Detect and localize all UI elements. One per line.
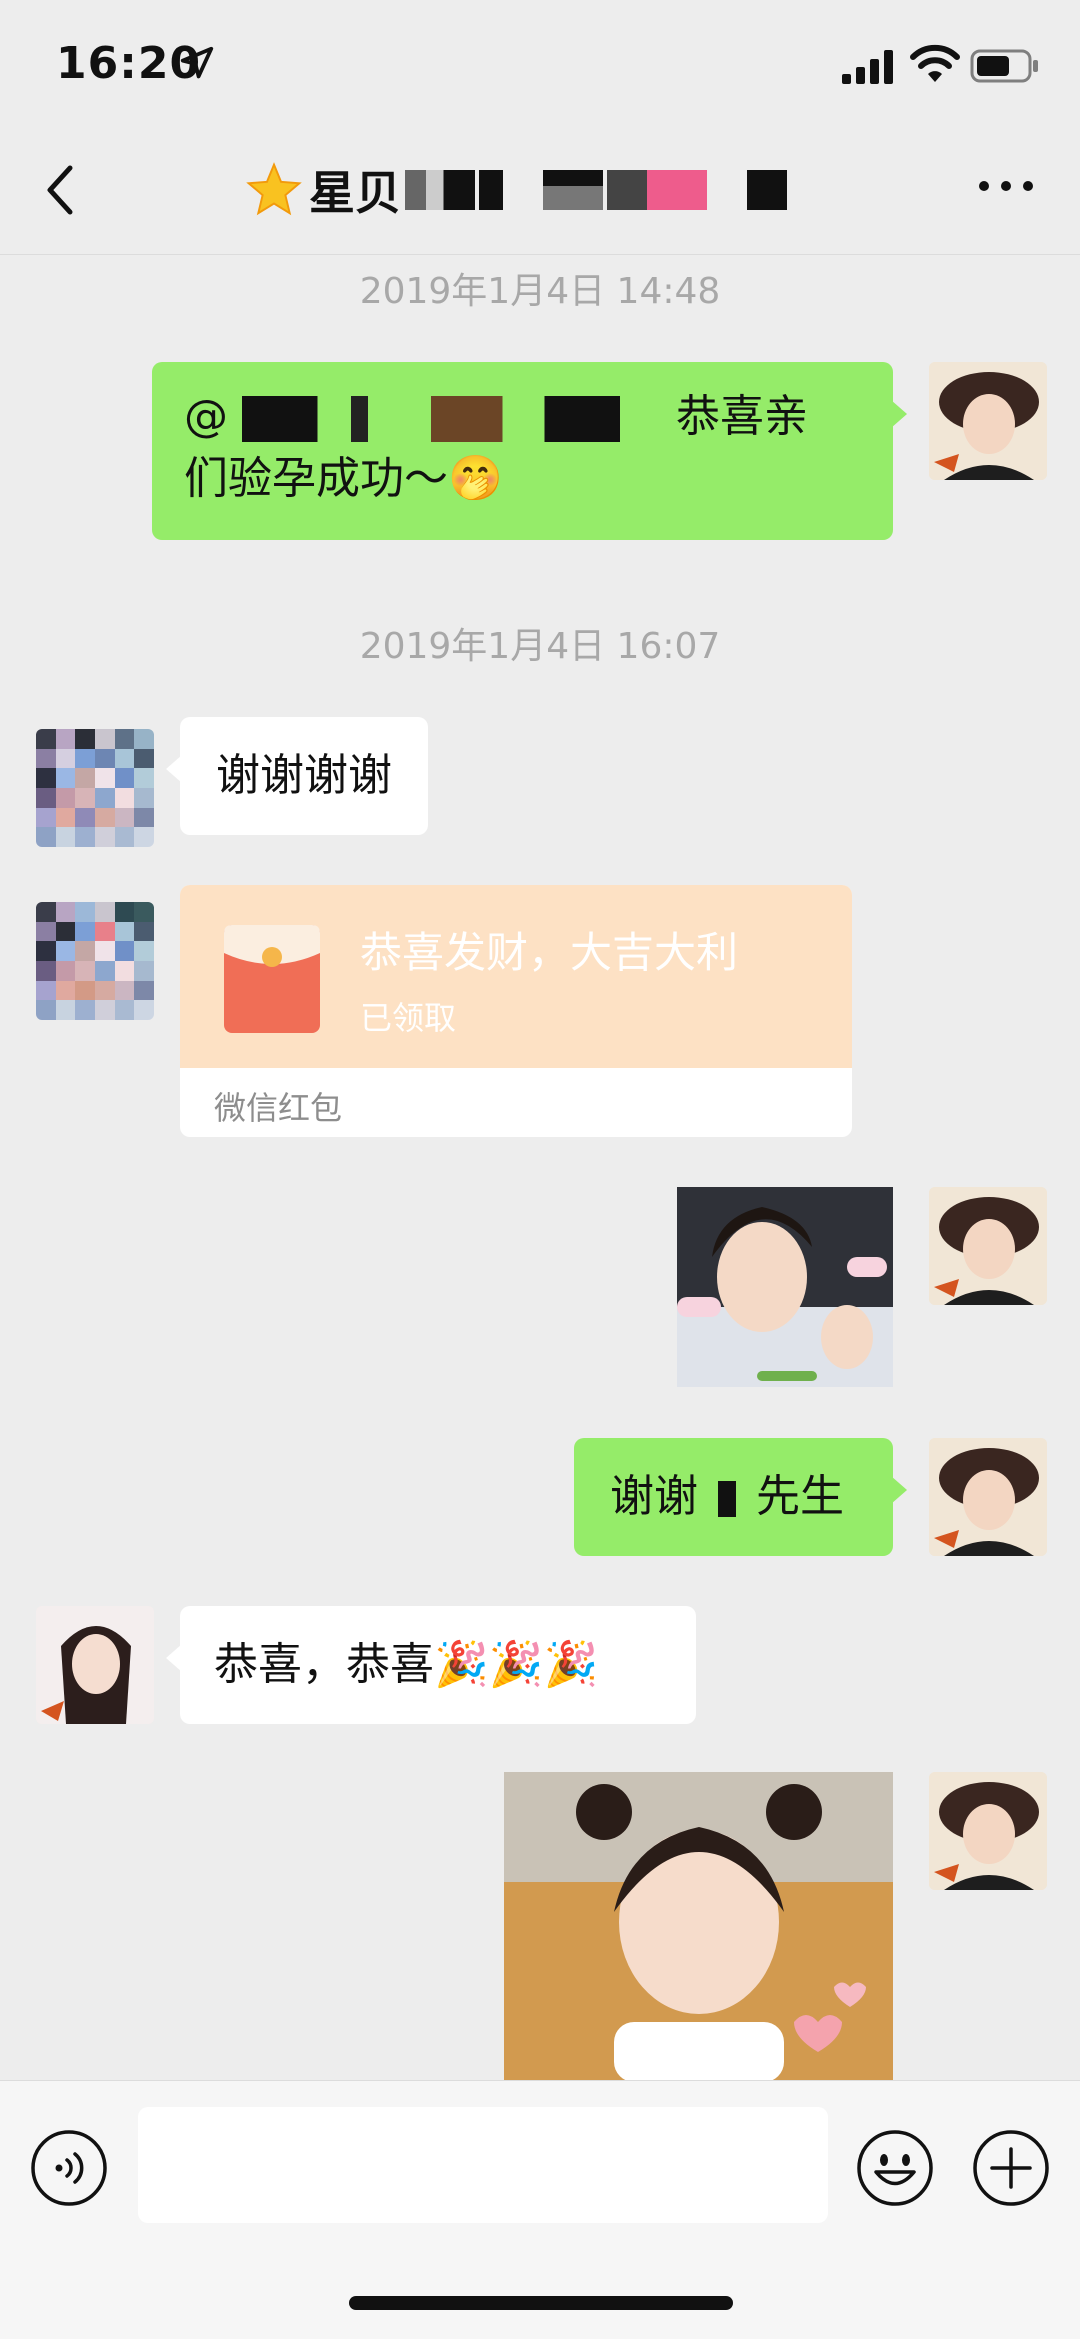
redacted-mosaic [405,170,475,210]
red-packet-card[interactable]: 恭喜发财，大吉大利 已领取 微信红包 [180,885,852,1137]
avatar-woman-hat-icon [929,362,1047,480]
emoji-smile-icon[interactable] [856,2129,934,2207]
red-packet-footer: 微信红包 [214,1089,343,1127]
message-bubble-sent[interactable]: 谢谢 先生 [574,1438,907,1556]
child-clapping-image [677,1187,893,1387]
chevron-left-icon[interactable] [40,160,80,220]
plus-circle-icon[interactable] [972,2129,1050,2207]
avatar-woman-hat-icon [929,1438,1047,1556]
emoji-hand-over-mouth: 🤭 [448,453,503,504]
message-bubble-received[interactable]: 谢谢谢谢 [166,717,428,835]
chat-header: 星贝 [0,130,1080,255]
message-text: 谢谢 [610,1471,698,1522]
avatar-woman-icon [36,1606,154,1724]
message-text: 恭喜亲 [676,391,808,442]
message-text: 先生 [756,1471,844,1522]
message-bubble-sent[interactable]: @ 恭喜亲 们验孕成功～🤭 [152,362,907,540]
message-text: 谢谢谢谢 [216,750,392,801]
location-arrow-icon [180,46,214,79]
avatar-self[interactable] [929,1772,1047,1890]
chat-title-text: 星贝 [309,166,401,220]
avatar-other-mosaic[interactable] [36,902,154,1020]
sent-photo[interactable] [504,1772,893,2080]
redacted-mosaic [718,1481,736,1517]
red-packet-greeting: 恭喜发财，大吉大利 [360,928,739,977]
avatar-self[interactable] [929,1187,1047,1305]
message-timestamp: 2019年1月4日 14:48 [359,271,721,312]
avatar-other-mosaic[interactable] [36,729,154,847]
battery-icon [970,49,1038,83]
mention-prefix: @ [184,391,228,442]
redacted-mosaic [747,170,787,210]
redacted-mosaic [479,170,539,210]
redacted-mosaic [607,170,707,210]
wifi-icon [910,44,960,82]
message-text: 恭喜，恭喜 [214,1639,434,1690]
message-text: 们验孕成功～ [184,453,448,504]
avatar-woman-hat-icon [929,1187,1047,1305]
more-dots-icon[interactable] [976,178,1036,194]
message-input[interactable] [138,2107,828,2223]
star-icon [246,162,302,216]
avatar-other-woman[interactable] [36,1606,154,1724]
redacted-mosaic [543,170,603,210]
cellular-signal-icon [842,50,893,84]
child-finger-heart-image [504,1772,893,2080]
message-timestamp: 2019年1月4日 16:07 [359,626,721,667]
avatar-self[interactable] [929,1438,1047,1556]
avatar-woman-hat-icon [929,1772,1047,1890]
red-envelope-icon [224,925,320,1033]
avatar-self[interactable] [929,362,1047,480]
status-bar: 16:20 [0,0,1080,130]
voice-icon[interactable] [30,2129,108,2207]
chat-title: 星贝 [245,160,787,220]
home-indicator[interactable] [349,2296,733,2310]
sent-photo[interactable] [677,1187,893,1387]
redacted-mosaic [242,396,662,442]
emoji-party-popper: 🎉🎉🎉 [434,1639,599,1690]
message-bubble-received[interactable]: 恭喜，恭喜🎉🎉🎉 [166,1606,696,1724]
red-packet-status: 已领取 [360,999,457,1037]
